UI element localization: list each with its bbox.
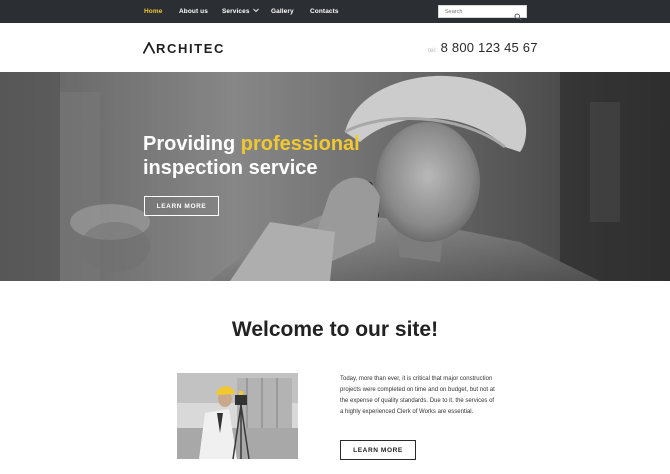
hero-title: Providing professional inspection servic…	[143, 132, 360, 180]
welcome-paragraph: Today, more than ever, it is critical th…	[340, 376, 495, 415]
phone-number[interactable]: 8 800 123 45 67	[441, 40, 538, 55]
phone-label: tel:	[428, 47, 437, 54]
search-icon[interactable]	[514, 8, 522, 21]
logo-text: RCHITEC	[156, 40, 225, 56]
top-navigation-bar: Home About us Services Gallery Contacts	[0, 0, 670, 23]
site-logo[interactable]: RCHITEC	[143, 40, 225, 56]
hero-title-line2: inspection service	[143, 157, 318, 179]
nav-item-services-label: Services	[222, 8, 250, 15]
search-box	[438, 5, 527, 21]
chevron-down-icon	[252, 8, 259, 14]
surveyor-photo	[177, 373, 298, 459]
search-input[interactable]	[439, 6, 511, 17]
header-phone: tel: 8 800 123 45 67	[428, 40, 538, 55]
hero-banner: Providing professional inspection servic…	[0, 72, 670, 281]
welcome-heading: Welcome to our site!	[231, 318, 439, 341]
nav-item-about-us[interactable]: About us	[179, 0, 208, 23]
nav-item-services[interactable]: Services	[222, 0, 259, 23]
welcome-learn-more-button[interactable]: LEARN MORE	[340, 440, 416, 460]
nav-item-home[interactable]: Home	[144, 0, 162, 23]
nav-item-contacts[interactable]: Contacts	[310, 0, 339, 23]
hero-title-plain: Providing	[143, 133, 241, 155]
hero-title-accent: professional	[240, 133, 360, 155]
nav-item-gallery[interactable]: Gallery	[271, 0, 294, 23]
hero-learn-more-button[interactable]: LEARN MORE	[144, 196, 219, 216]
logo-triangle-icon	[143, 42, 155, 54]
